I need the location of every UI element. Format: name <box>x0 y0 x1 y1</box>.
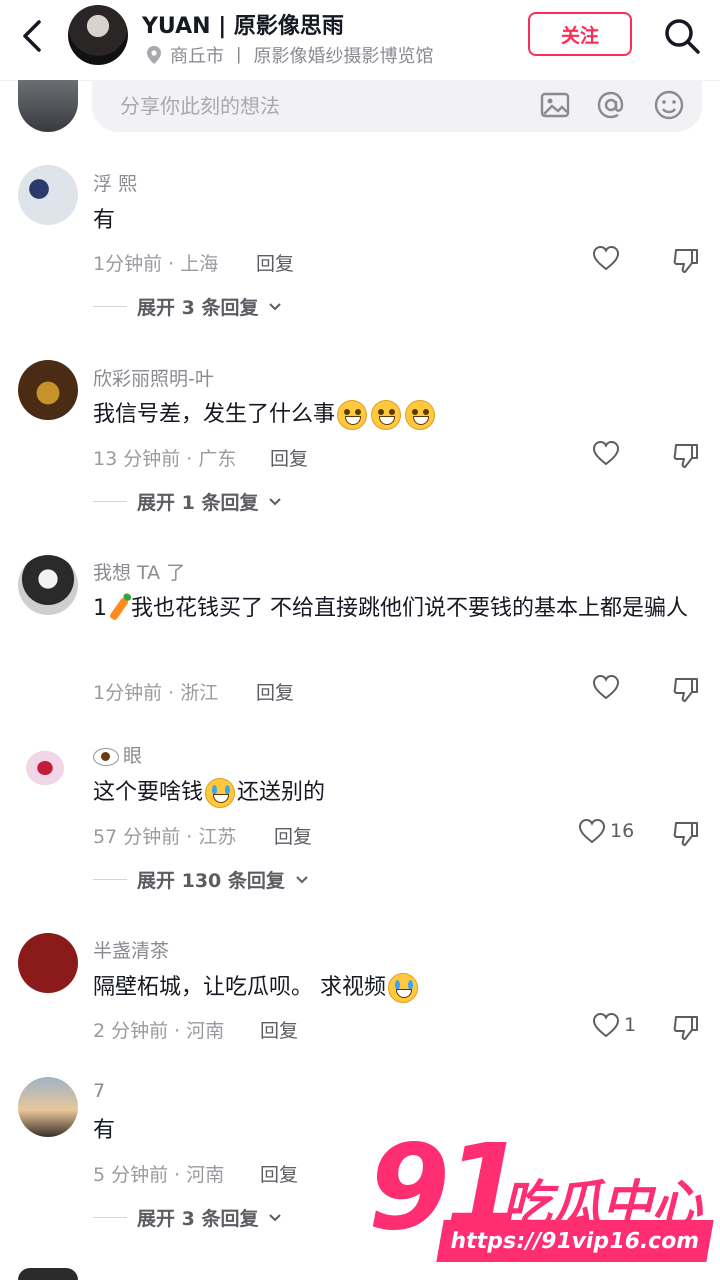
dislike-icon[interactable] <box>672 1014 700 1042</box>
commenter-avatar[interactable] <box>18 1268 78 1280</box>
like-button[interactable] <box>592 245 620 271</box>
eye-emoji-icon <box>93 747 119 766</box>
smile-emoji-icon <box>405 400 436 430</box>
smile-emoji-icon <box>371 400 402 430</box>
comment-text: 有 <box>93 208 116 233</box>
reply-button[interactable]: 回复 <box>256 678 294 705</box>
profile-name: YUAN | 原影像思雨 <box>142 14 344 39</box>
smile-emoji-icon <box>337 400 368 430</box>
expand-replies[interactable]: 展开 1 条回复 <box>93 488 282 515</box>
location-text: 商丘市 丨 原影像婚纱摄影博览馆 <box>170 46 434 67</box>
divider-line <box>93 306 127 307</box>
profile-avatar[interactable] <box>68 5 128 65</box>
reply-button[interactable]: 回复 <box>270 444 308 471</box>
like-count: 1 <box>624 1014 637 1036</box>
comment-text-part: 我也花钱买了 不给直接跳他们说不要钱的基本上都是骗人 <box>131 596 688 621</box>
comment-meta: 1分钟前 · 浙江 <box>93 682 219 704</box>
chevron-left-icon <box>23 20 41 52</box>
laugh-cry-emoji-icon <box>388 973 418 1003</box>
comment-text: 这个要啥钱 还送别的 <box>93 771 703 814</box>
commenter-avatar[interactable] <box>18 360 78 420</box>
comment-text-part: 还送别的 <box>237 780 326 805</box>
expand-replies[interactable]: 展开 130 条回复 <box>93 866 309 893</box>
expand-replies[interactable]: 展开 3 条回复 <box>93 293 282 320</box>
chevron-down-icon <box>269 302 282 310</box>
comment-input-placeholder: 分享你此刻的想法 <box>120 94 280 118</box>
follow-button[interactable]: 关注 <box>528 12 632 56</box>
commenter-avatar[interactable] <box>18 738 78 798</box>
laugh-cry-emoji-icon <box>205 778 236 808</box>
comment-text-content: 隔壁柘城，让吃瓜呗。 求视频 <box>93 975 386 1000</box>
reply-button[interactable]: 回复 <box>256 249 294 276</box>
expand-replies-label: 展开 3 条回复 <box>137 1208 259 1230</box>
expand-replies-label: 展开 1 条回复 <box>137 492 259 514</box>
watermark-url: https://91vip16.com <box>436 1220 714 1262</box>
dislike-icon[interactable] <box>672 247 700 275</box>
commenter-avatar[interactable] <box>18 555 78 615</box>
comment-meta: 5 分钟前 · 河南 <box>93 1164 225 1186</box>
image-icon[interactable] <box>538 88 572 122</box>
my-avatar <box>18 80 78 132</box>
dislike-icon[interactable] <box>672 442 700 470</box>
top-bar: YUAN | 原影像思雨 商丘市 丨 原影像婚纱摄影博览馆 关注 <box>0 0 720 81</box>
comment-text: 隔壁柘城，让吃瓜呗。 求视频 <box>93 966 703 1009</box>
comment-text: 1 我也花钱买了 不给直接跳他们说不要钱的基本上都是骗人 <box>93 587 703 630</box>
commenter-name[interactable]: 浮 熙 <box>93 169 137 196</box>
heart-icon <box>592 1012 620 1038</box>
profile-location: 商丘市 丨 原影像婚纱摄影博览馆 <box>146 42 433 68</box>
dislike-icon[interactable] <box>672 820 700 848</box>
like-count: 16 <box>610 820 635 842</box>
commenter-avatar[interactable] <box>18 165 78 225</box>
comment-text-part: 这个要啥钱 <box>93 780 204 805</box>
carrot-emoji-icon <box>108 596 130 622</box>
back-button[interactable] <box>14 18 50 54</box>
commenter-name[interactable]: 我想 TA 了 <box>93 558 185 585</box>
expand-replies[interactable]: 展开 3 条回复 <box>93 1204 282 1231</box>
like-button[interactable]: 16 <box>578 818 634 844</box>
commenter-avatar[interactable] <box>18 933 78 993</box>
commenter-avatar[interactable] <box>18 1077 78 1137</box>
watermark-logo: 91 吃瓜中心 https://91vip16.com <box>368 1128 720 1280</box>
comment-text-part: 1 <box>93 596 107 621</box>
like-button[interactable]: 1 <box>592 1012 636 1038</box>
commenter-name[interactable]: 眼 <box>93 741 142 768</box>
heart-icon <box>592 674 620 700</box>
commenter-name[interactable]: 半盏清茶 <box>93 936 169 963</box>
comment-meta: 13 分钟前 · 广东 <box>93 448 237 470</box>
comment-meta: 2 分钟前 · 河南 <box>93 1020 225 1042</box>
heart-icon <box>578 818 606 844</box>
comment-text: 我信号差，发生了什么事 <box>93 393 703 436</box>
reply-button[interactable]: 回复 <box>274 822 312 849</box>
search-icon <box>665 19 700 54</box>
commenter-name-text: 眼 <box>123 745 143 767</box>
expand-replies-label: 展开 130 条回复 <box>137 870 285 892</box>
divider-line <box>93 879 127 880</box>
chevron-down-icon <box>296 875 308 883</box>
chevron-down-icon <box>269 497 282 505</box>
like-button[interactable] <box>592 674 620 700</box>
reply-button[interactable]: 回复 <box>260 1016 298 1043</box>
like-button[interactable] <box>592 440 620 466</box>
heart-icon <box>592 440 620 466</box>
mention-icon[interactable] <box>594 88 628 122</box>
search-button[interactable] <box>662 16 702 56</box>
reply-button[interactable]: 回复 <box>260 1160 298 1187</box>
commenter-name[interactable]: 7 <box>93 1080 105 1102</box>
expand-replies-label: 展开 3 条回复 <box>137 297 259 319</box>
comment-text-content: 我信号差，发生了什么事 <box>93 402 336 427</box>
comment-meta: 1分钟前 · 上海 <box>93 253 219 275</box>
location-pin-icon <box>147 46 161 64</box>
comment-input[interactable]: 分享你此刻的想法 <box>92 80 702 132</box>
heart-icon <box>592 245 620 271</box>
comment-meta: 57 分钟前 · 江苏 <box>93 826 237 848</box>
divider-line <box>93 501 127 502</box>
chevron-down-icon <box>269 1213 282 1221</box>
divider-line <box>93 1217 127 1218</box>
dislike-icon[interactable] <box>672 676 700 704</box>
commenter-name[interactable]: 欣彩丽照明-叶 <box>93 364 214 391</box>
emoji-icon[interactable] <box>652 88 686 122</box>
